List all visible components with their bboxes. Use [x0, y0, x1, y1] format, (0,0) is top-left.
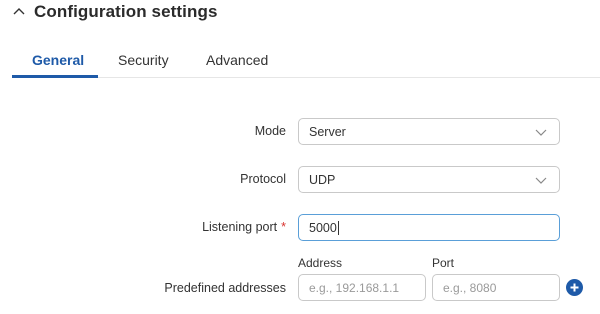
add-address-button[interactable] — [566, 279, 583, 296]
chevron-up-icon — [13, 8, 25, 15]
tab-general[interactable]: General — [32, 52, 84, 68]
text-cursor — [337, 220, 339, 235]
required-mark: * — [281, 220, 286, 234]
address-field[interactable] — [298, 274, 426, 301]
mode-label: Mode — [254, 124, 286, 138]
listening-port-value: 5000 — [309, 220, 337, 235]
mode-select[interactable]: Server — [298, 118, 560, 145]
protocol-label: Protocol — [240, 172, 286, 186]
tab-security[interactable]: Security — [118, 52, 169, 68]
port-column-header: Port — [432, 256, 455, 270]
section-title: Configuration settings — [34, 2, 218, 21]
address-input[interactable] — [309, 280, 425, 295]
chevron-down-icon — [535, 129, 547, 136]
active-tab-indicator — [12, 75, 98, 78]
port-input[interactable] — [443, 280, 559, 295]
protocol-value: UDP — [309, 172, 336, 187]
section-header[interactable]: Configuration settings — [12, 0, 218, 24]
listening-port-label: Listening port * — [202, 220, 286, 234]
listening-port-input[interactable]: 5000 — [298, 214, 560, 241]
listening-port-label-text: Listening port — [202, 220, 278, 234]
predefined-addresses-label: Predefined addresses — [164, 281, 286, 295]
chevron-down-icon — [535, 177, 547, 184]
address-column-header: Address — [298, 256, 343, 270]
mode-value: Server — [309, 124, 346, 139]
tab-advanced[interactable]: Advanced — [206, 52, 268, 68]
tab-bar: General Security Advanced — [12, 44, 600, 78]
plus-circle-icon — [570, 283, 579, 292]
port-field[interactable] — [432, 274, 560, 301]
protocol-select[interactable]: UDP — [298, 166, 560, 193]
